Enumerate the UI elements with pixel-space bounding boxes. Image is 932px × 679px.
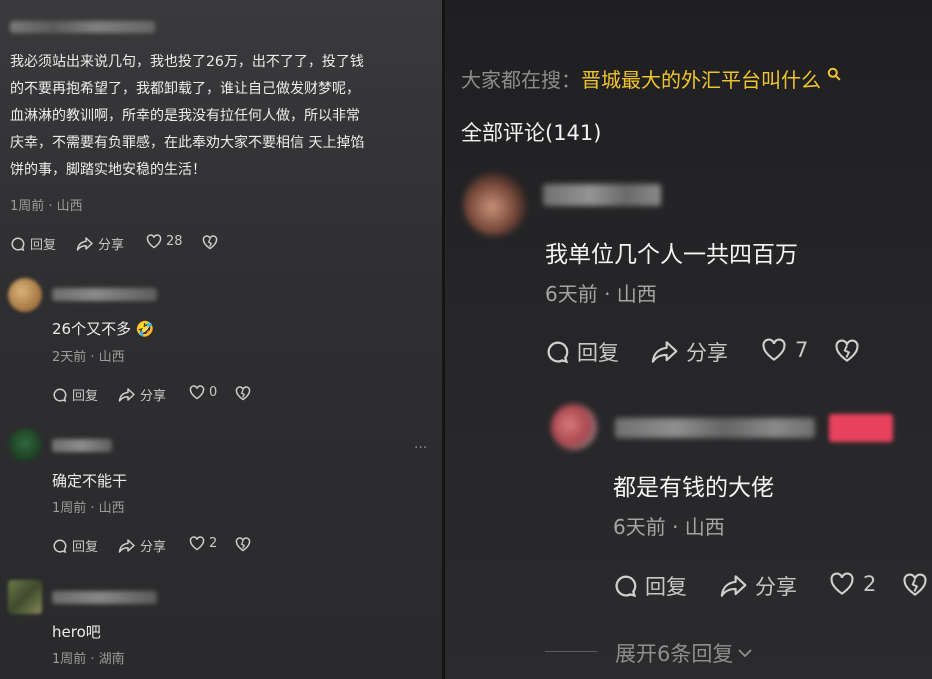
share-button[interactable]: 分享 <box>118 385 166 404</box>
right-comment-panel: 大家都在搜： 晋城最大的外汇平台叫什么 全部评论(141) 我单位几个人一共四百… <box>445 0 932 679</box>
search-query-link[interactable]: 晋城最大的外汇平台叫什么 <box>581 64 821 93</box>
comments-title: 全部评论(141) <box>461 121 602 145</box>
reply-button[interactable]: 回复 <box>545 337 619 367</box>
dislike-button[interactable] <box>902 573 928 597</box>
reply-text: 确定不能干 <box>52 472 128 490</box>
like-count: 28 <box>166 234 183 249</box>
search-suggestion[interactable]: 大家都在搜： 晋城最大的外汇平台叫什么 <box>461 64 841 93</box>
share-arrow-icon <box>650 339 680 365</box>
like-button[interactable]: 2 <box>189 536 217 551</box>
heart-icon <box>829 572 855 596</box>
heart-icon <box>146 234 162 249</box>
comment-line: 我必须站出来说几句，我也投了26万，出不了了，投了钱 <box>10 54 364 70</box>
share-button[interactable]: 分享 <box>719 571 797 601</box>
avatar[interactable] <box>8 428 42 462</box>
comment-line: 血淋淋的教训啊，所幸的是我没有拉任何人做，所以非常 <box>10 108 360 124</box>
broken-heart-icon <box>902 573 928 597</box>
share-label: 分享 <box>755 575 797 599</box>
like-count: 0 <box>209 385 218 400</box>
reply-meta: 1周前 · 湖南 <box>52 652 125 667</box>
share-label: 分享 <box>140 540 167 555</box>
share-label: 分享 <box>140 389 167 404</box>
like-button[interactable]: 7 <box>761 338 808 362</box>
commenter-name-blurred <box>543 184 661 210</box>
comment-bubble-icon <box>10 236 26 252</box>
reply-meta: 2天前 · 山西 <box>52 350 125 365</box>
reply-username-blurred <box>52 286 157 305</box>
search-icon[interactable] <box>827 67 841 81</box>
broken-heart-icon <box>235 386 251 401</box>
broken-heart-icon <box>202 235 218 250</box>
heart-icon <box>189 536 205 551</box>
share-label: 分享 <box>686 341 728 365</box>
reply-button[interactable]: 回复 <box>10 234 56 253</box>
reply-label: 回复 <box>30 238 57 253</box>
reply-button[interactable]: 回复 <box>52 536 98 555</box>
comment-bubble-icon <box>545 339 571 365</box>
reply-text: hero吧 <box>52 623 101 641</box>
avatar[interactable] <box>8 278 42 312</box>
share-arrow-icon <box>719 573 749 599</box>
share-label: 分享 <box>98 238 125 253</box>
like-button[interactable]: 2 <box>829 572 876 596</box>
broken-heart-icon <box>235 537 251 552</box>
share-arrow-icon <box>118 387 136 403</box>
comment-text: 我单位几个人一共四百万 <box>545 242 798 268</box>
left-comment-panel: 我必须站出来说几句，我也投了26万，出不了了，投了钱 的不要再抱希望了，我都卸载… <box>0 0 442 679</box>
dislike-button[interactable] <box>834 339 860 363</box>
reply-meta: 1周前 · 山西 <box>52 501 125 516</box>
dislike-button[interactable] <box>235 537 251 552</box>
search-prefix: 大家都在搜： <box>461 68 581 92</box>
like-button[interactable]: 28 <box>146 234 183 249</box>
dislike-button[interactable] <box>235 386 251 401</box>
comment-line: 饼的事，脚踏实地安稳的生活！ <box>10 162 206 178</box>
top-comment-text: 我必须站出来说几句，我也投了26万，出不了了，投了钱 的不要再抱希望了，我都卸载… <box>10 49 435 184</box>
like-button[interactable]: 0 <box>189 385 217 400</box>
comment-meta: 6天前 · 山西 <box>545 282 657 306</box>
heart-icon <box>189 385 205 400</box>
comment-bubble-icon <box>52 387 68 403</box>
reply-button[interactable]: 回复 <box>52 385 98 404</box>
share-button[interactable]: 分享 <box>650 337 728 367</box>
comment-bubble-icon <box>52 538 68 554</box>
expand-divider-line <box>545 651 597 652</box>
heart-icon <box>761 338 787 362</box>
reply-meta: 6天前 · 山西 <box>613 515 725 539</box>
like-count: 2 <box>209 536 218 551</box>
share-arrow-icon <box>118 538 136 554</box>
comment-line: 庆幸，不需要有负罪感，在此奉劝大家不要相信 天上掉馅 <box>10 135 365 151</box>
comment-bubble-icon <box>613 573 639 599</box>
author-badge-blurred <box>829 414 893 446</box>
reply-button[interactable]: 回复 <box>613 571 687 601</box>
top-comment-meta: 1周前 · 山西 <box>10 199 83 214</box>
more-options-icon[interactable]: ··· <box>414 440 427 456</box>
share-arrow-icon <box>76 236 94 252</box>
reply-label: 回复 <box>72 540 99 555</box>
broken-heart-icon <box>834 339 860 363</box>
reply-label: 回复 <box>645 575 687 599</box>
like-count: 7 <box>795 338 809 362</box>
reply-username-blurred <box>52 589 157 608</box>
avatar[interactable] <box>551 404 597 450</box>
comment-line: 的不要再抱希望了，我都卸载了，谁让自己做发财梦呢， <box>10 81 360 97</box>
avatar[interactable] <box>8 580 42 614</box>
like-count: 2 <box>863 572 877 596</box>
reply-label: 回复 <box>577 341 619 365</box>
chevron-down-icon <box>737 647 753 659</box>
reply-text: 26个又不多 🤣 <box>52 320 155 338</box>
screenshot-collage: 我必须站出来说几句，我也投了26万，出不了了，投了钱 的不要再抱希望了，我都卸载… <box>0 0 932 679</box>
expand-replies-button[interactable]: 展开6条回复 <box>615 638 753 668</box>
share-button[interactable]: 分享 <box>118 536 166 555</box>
avatar[interactable] <box>463 172 527 236</box>
top-username-blurred <box>10 18 155 33</box>
expand-replies-label: 展开6条回复 <box>615 642 734 666</box>
reply-username-blurred <box>615 418 815 442</box>
reply-text: 都是有钱的大佬 <box>613 475 774 501</box>
reply-username-blurred <box>52 437 112 456</box>
dislike-button[interactable] <box>202 235 218 250</box>
reply-label: 回复 <box>72 389 99 404</box>
share-button[interactable]: 分享 <box>76 234 124 253</box>
